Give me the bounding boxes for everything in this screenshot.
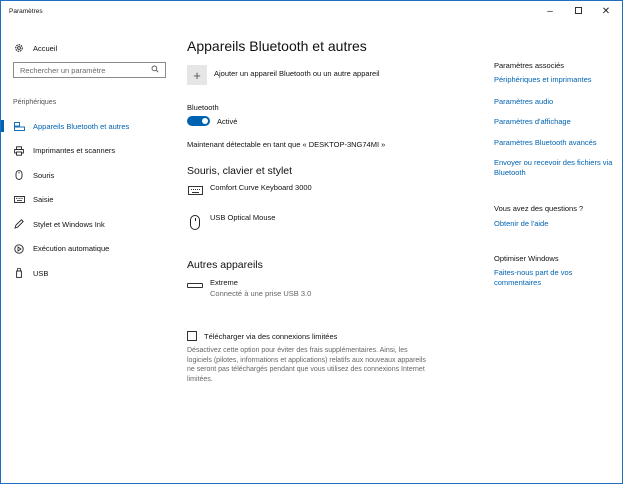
plus-icon: +	[193, 67, 201, 83]
discoverable-text: Maintenant détectable en tant que « DESK…	[187, 140, 386, 149]
sidebar-nav: Appareils Bluetooth et autres Imprimante…	[1, 114, 177, 286]
link-advanced-bluetooth[interactable]: Paramètres Bluetooth avancés	[494, 138, 618, 148]
sidebar-item-label: Stylet et Windows Ink	[33, 219, 105, 229]
sidebar-item-usb[interactable]: USB	[1, 261, 177, 286]
maximize-icon	[574, 7, 582, 14]
link-sound-settings[interactable]: Paramètres audio	[494, 97, 618, 107]
search-icon[interactable]	[151, 65, 159, 75]
sidebar-item-bluetooth[interactable]: Appareils Bluetooth et autres	[1, 114, 177, 139]
metered-connection-checkbox[interactable]	[187, 331, 197, 341]
metered-description: Désactivez cette option pour éviter des …	[187, 347, 426, 383]
sidebar-item-mouse[interactable]: Souris	[1, 163, 177, 188]
devices-heading: Souris, clavier et stylet	[187, 165, 293, 177]
search-box[interactable]	[13, 62, 166, 78]
active-indicator	[1, 120, 4, 132]
search-input[interactable]	[20, 65, 148, 75]
sidebar-section-label: Périphériques	[13, 99, 57, 106]
link-send-receive-bluetooth[interactable]: Envoyer ou recevoir des fichiers via Blu…	[494, 158, 618, 177]
title-bar[interactable]: Paramètres – ✕	[1, 1, 622, 23]
sidebar-item-typing[interactable]: Saisie	[1, 188, 177, 213]
close-icon: ✕	[601, 6, 611, 17]
nav-home[interactable]: Accueil	[13, 42, 57, 54]
device-item[interactable]: Extreme Connecté à une prise USB 3.0	[187, 278, 311, 298]
add-device-row[interactable]: + Ajouter un appareil Bluetooth ou un au…	[187, 65, 380, 85]
improve-heading: Optimiser Windows	[494, 254, 559, 263]
add-device-label: Ajouter un appareil Bluetooth ou un autr…	[214, 69, 380, 78]
device-name: Extreme	[210, 278, 238, 287]
metered-connection-label: Télécharger via des connexions limitées	[204, 331, 338, 341]
device-item[interactable]: Comfort Curve Keyboard 3000	[187, 183, 312, 195]
keyboard-icon	[13, 194, 25, 206]
usb-icon	[13, 267, 25, 279]
bluetooth-state: Activé	[217, 116, 238, 126]
device-name: Comfort Curve Keyboard 3000	[210, 183, 312, 192]
sidebar-item-label: USB	[33, 268, 49, 278]
link-display-settings[interactable]: Paramètres d'affichage	[494, 117, 618, 127]
metered-connection-row[interactable]: Télécharger via des connexions limitées	[187, 331, 337, 341]
gear-icon	[13, 42, 25, 54]
pen-icon	[13, 218, 25, 230]
keyboard-icon	[187, 183, 203, 195]
device-text: Comfort Curve Keyboard 3000	[210, 183, 312, 192]
sidebar-item-printers[interactable]: Imprimantes et scanners	[1, 139, 177, 164]
link-get-help[interactable]: Obtenir de l'aide	[494, 219, 618, 229]
bluetooth-devices-icon	[13, 120, 25, 132]
usb-device-icon	[187, 278, 203, 288]
close-button[interactable]: ✕	[594, 5, 618, 19]
sidebar-item-pen[interactable]: Stylet et Windows Ink	[1, 212, 177, 237]
bluetooth-toggle[interactable]	[187, 116, 210, 126]
sidebar-item-label: Saisie	[33, 195, 54, 205]
printer-icon	[13, 145, 25, 157]
sidebar-item-label: Souris	[33, 170, 55, 180]
device-text: USB Optical Mouse	[210, 213, 275, 222]
device-item[interactable]: USB Optical Mouse	[187, 213, 275, 230]
sidebar-item-label: Exécution automatique	[33, 244, 110, 254]
autoplay-icon	[13, 243, 25, 255]
sidebar-item-autoplay[interactable]: Exécution automatique	[1, 237, 177, 262]
questions-heading: Vous avez des questions ?	[494, 204, 584, 213]
sidebar-item-label: Imprimantes et scanners	[33, 146, 116, 156]
mouse-icon	[13, 169, 25, 181]
toggle-knob	[202, 118, 208, 124]
mouse-icon	[187, 213, 203, 230]
device-name: USB Optical Mouse	[210, 213, 276, 222]
related-heading: Paramètres associés	[494, 61, 565, 70]
minimize-icon: –	[547, 6, 553, 17]
page-title: Appareils Bluetooth et autres	[187, 38, 367, 54]
link-devices-printers[interactable]: Périphériques et imprimantes	[494, 75, 618, 85]
sidebar-item-label: Appareils Bluetooth et autres	[33, 121, 130, 131]
bluetooth-label: Bluetooth	[187, 103, 219, 112]
window-title: Paramètres	[9, 8, 43, 15]
add-device-button[interactable]: +	[187, 65, 207, 85]
link-feedback[interactable]: Faites-nous part de vos commentaires	[494, 268, 618, 287]
nav-home-label: Accueil	[33, 43, 58, 53]
minimize-button[interactable]: –	[538, 5, 562, 19]
other-devices-heading: Autres appareils	[187, 259, 263, 271]
device-status: Connecté à une prise USB 3.0	[210, 289, 312, 298]
settings-window: Paramètres – ✕ Accueil Périphériques App…	[0, 0, 623, 484]
device-text: Extreme Connecté à une prise USB 3.0	[210, 278, 311, 298]
bluetooth-toggle-row: Activé	[187, 116, 237, 126]
maximize-button[interactable]	[566, 5, 590, 19]
